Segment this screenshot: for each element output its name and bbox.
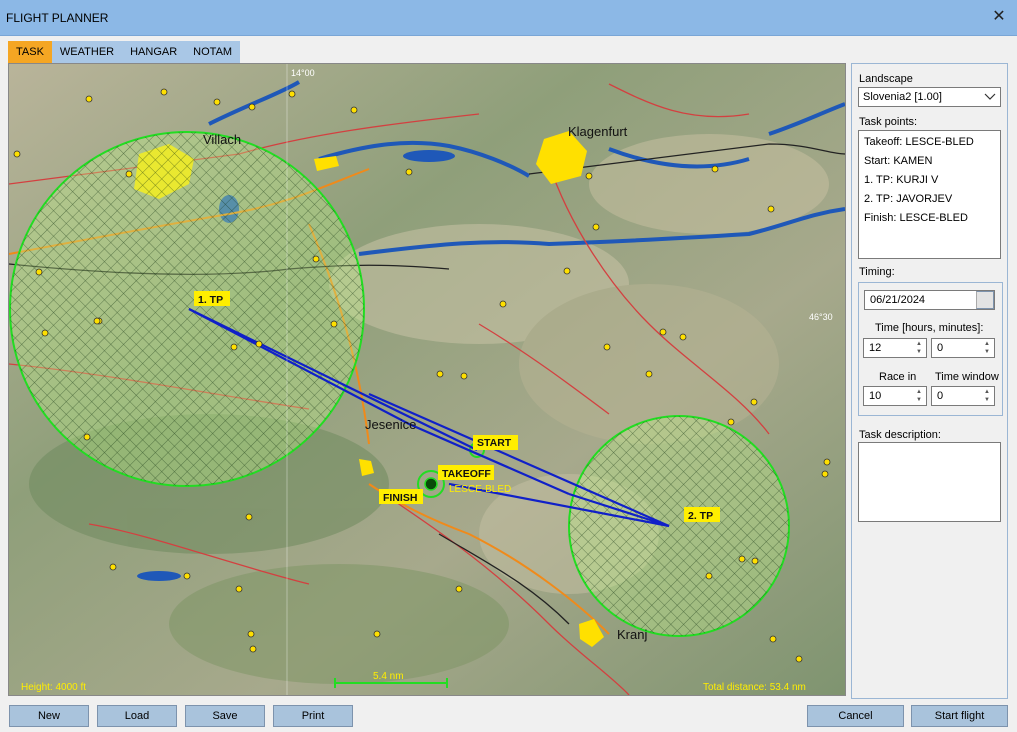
town-kranj: Kranj [617,627,647,642]
town-jesenice: Jesenice [365,417,416,432]
tab-bar: TASK WEATHER HANGAR NOTAM [8,41,241,63]
cancel-button[interactable]: Cancel [807,705,904,727]
coord-right: 46°30 [809,312,833,322]
tag-finish-label: FINISH [383,492,417,504]
hours-stepper[interactable]: 12 ▲ ▼ [863,338,927,358]
scale-label: 5.4 nm [373,671,404,682]
landscape-label: Landscape [859,73,913,85]
coord-top: 14°00 [291,68,315,78]
town-klagenfurt: Klagenfurt [568,124,628,139]
load-button[interactable]: Load [97,705,177,727]
list-item[interactable]: Start: KAMEN [864,152,995,171]
minutes-value: 0 [937,342,944,354]
spin-arrows-icon[interactable]: ▲ ▼ [982,388,992,404]
tag-start-label: START [477,437,512,449]
time-label: Time [hours, minutes]: [875,322,984,334]
map-canvas[interactable]: Villach Klagenfurt Jesenice Kranj LESCE-… [9,64,845,695]
landscape-value: Slovenia2 [1.00] [863,91,942,103]
spin-arrows-icon[interactable]: ▲ ▼ [982,340,992,356]
list-item[interactable]: Finish: LESCE-BLED [864,209,995,228]
tag-tp1-label: 1. TP [198,294,223,306]
height-readout: Height: 4000 ft [21,682,86,693]
title-bar: FLIGHT PLANNER ✕ [0,0,1017,36]
description-label: Task description: [859,429,941,441]
list-item[interactable]: 2. TP: JAVORJEV [864,190,995,209]
hours-value: 12 [869,342,882,354]
save-button[interactable]: Save [185,705,265,727]
tab-weather[interactable]: WEATHER [51,41,123,63]
landscape-select[interactable]: Slovenia2 [1.00] [858,87,1001,107]
total-distance: Total distance: 53.4 nm [703,682,806,693]
description-textarea[interactable] [858,442,1001,522]
close-icon[interactable]: ✕ [987,6,1011,28]
time-window-label: Time window [935,371,999,383]
race-in-label: Race in [879,371,917,383]
town-villach: Villach [203,132,241,147]
spin-arrows-icon[interactable]: ▲ ▼ [914,388,924,404]
time-window-stepper[interactable]: 0 ▲ ▼ [931,386,995,406]
tag-tp2[interactable]: 2. TP [684,507,720,522]
spin-arrows-icon[interactable]: ▲ ▼ [914,340,924,356]
chevron-down-icon [984,93,996,100]
task-map[interactable]: Villach Klagenfurt Jesenice Kranj LESCE-… [8,63,846,696]
window-title: FLIGHT PLANNER [6,11,109,25]
lake-bohinj [137,571,181,581]
timing-group: 06/21/2024 Time [hours, minutes]: 12 ▲ ▼ … [858,282,1003,416]
tp1-cylinder-hatch [10,132,364,486]
print-button[interactable]: Print [273,705,353,727]
tag-tp1[interactable]: 1. TP [194,291,230,306]
tp2-cylinder-hatch [569,416,789,636]
task-settings-panel: Landscape Slovenia2 [1.00] Task points: … [851,63,1008,699]
time-window-value: 0 [937,390,944,402]
taskpoints-list[interactable]: Takeoff: LESCE-BLED Start: KAMEN 1. TP: … [858,130,1001,259]
race-in-stepper[interactable]: 10 ▲ ▼ [863,386,927,406]
timing-label: Timing: [859,266,895,278]
tab-notam[interactable]: NOTAM [185,41,241,63]
tab-hangar[interactable]: HANGAR [122,41,186,63]
airfield-marker [424,477,438,491]
tag-tp2-label: 2. TP [688,510,713,522]
lake-worthersee [403,150,455,162]
calendar-icon[interactable] [976,291,994,309]
date-field[interactable]: 06/21/2024 [864,290,995,310]
minutes-stepper[interactable]: 0 ▲ ▼ [931,338,995,358]
tag-start[interactable]: START [473,435,518,450]
list-item[interactable]: 1. TP: KURJI V [864,171,995,190]
list-item[interactable]: Takeoff: LESCE-BLED [864,133,995,152]
race-in-value: 10 [869,390,882,402]
new-button[interactable]: New [9,705,89,727]
tag-finish[interactable]: FINISH [379,489,423,504]
start-flight-button[interactable]: Start flight [911,705,1008,727]
date-value: 06/21/2024 [870,294,926,306]
taskpoints-label: Task points: [859,116,918,128]
tag-takeoff[interactable]: TAKEOFF [438,465,494,480]
tab-task[interactable]: TASK [8,41,52,63]
airfield-name: LESCE-BLED [449,484,511,495]
tag-takeoff-label: TAKEOFF [442,468,491,480]
